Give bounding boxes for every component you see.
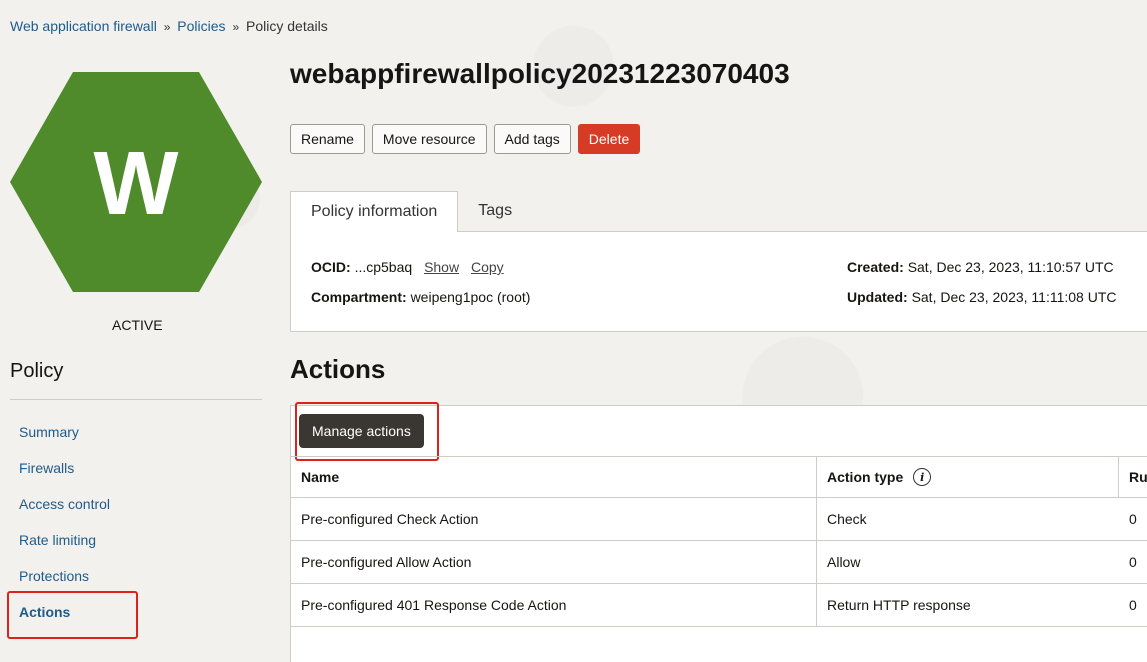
compartment-row: Compartment: weipeng1poc (root): [311, 289, 530, 305]
updated-label: Updated:: [847, 289, 908, 305]
cell-count: 0: [1129, 554, 1137, 570]
rename-button[interactable]: Rename: [290, 124, 365, 154]
tab-policy-information[interactable]: Policy information: [290, 191, 459, 232]
info-icon[interactable]: i: [913, 468, 932, 486]
table-row: Pre-configured 401 Response Code Action …: [291, 584, 1147, 627]
tab-tags[interactable]: Tags: [458, 191, 532, 231]
actions-section-title: Actions: [290, 354, 386, 384]
toolbar: Rename Move resource Add tags Delete: [290, 124, 641, 154]
ocid-value: ...cp5baq: [354, 259, 413, 275]
delete-button[interactable]: Delete: [577, 124, 641, 154]
breadcrumb-separator: »: [232, 20, 240, 34]
actions-table: Name Action type i Ru Pre-configured Che…: [291, 456, 1147, 627]
policy-info-panel: OCID: ...cp5baq Show Copy Compartment: w…: [290, 231, 1147, 332]
resource-hexagon-icon: W: [10, 72, 262, 292]
highlight-box-nav: [7, 591, 138, 639]
breadcrumb-waf-link[interactable]: Web application firewall: [10, 18, 157, 34]
cell-count: 0: [1129, 597, 1137, 613]
created-value: Sat, Dec 23, 2023, 11:10:57 UTC: [907, 259, 1114, 275]
breadcrumb: Web application firewall » Policies » Po…: [10, 18, 328, 34]
highlight-box-button: [295, 402, 439, 461]
updated-value: Sat, Dec 23, 2023, 11:11:08 UTC: [911, 289, 1117, 305]
updated-row: Updated: Sat, Dec 23, 2023, 11:11:08 UTC: [847, 289, 1117, 305]
logo-letter: W: [94, 134, 179, 234]
sidebar-item-rate-limiting[interactable]: Rate limiting: [10, 522, 262, 558]
ocid-row: OCID: ...cp5baq Show Copy: [311, 259, 504, 275]
cell-action-type: Allow: [827, 554, 861, 570]
sidebar-item-access-control[interactable]: Access control: [10, 486, 262, 522]
sidebar-item-protections[interactable]: Protections: [10, 558, 262, 594]
column-header-name[interactable]: Name: [291, 457, 817, 497]
page-title: webappfirewallpolicy20231223070403: [290, 58, 790, 89]
cell-action-type: Check: [827, 511, 867, 527]
cell-count: 0: [1129, 511, 1137, 527]
created-label: Created:: [847, 259, 904, 275]
status-label: ACTIVE: [112, 317, 163, 333]
move-resource-button[interactable]: Move resource: [371, 124, 487, 154]
compartment-label: Compartment:: [311, 289, 407, 305]
ocid-copy-link[interactable]: Copy: [471, 259, 504, 275]
created-row: Created: Sat, Dec 23, 2023, 11:10:57 UTC: [847, 259, 1114, 275]
sidebar-title: Policy: [10, 360, 64, 382]
table-header: Name Action type i Ru: [291, 456, 1147, 498]
ocid-show-link[interactable]: Show: [424, 259, 459, 275]
add-tags-button[interactable]: Add tags: [493, 124, 571, 154]
cell-name: Pre-configured 401 Response Code Action: [291, 584, 817, 626]
cell-action-type: Return HTTP response: [827, 597, 971, 613]
table-row: Pre-configured Allow Action Allow 0: [291, 541, 1147, 584]
breadcrumb-policies-link[interactable]: Policies: [177, 18, 225, 34]
breadcrumb-current: Policy details: [246, 18, 328, 34]
column-header-action-type-label: Action type: [827, 469, 904, 485]
table-row: Pre-configured Check Action Check 0: [291, 498, 1147, 541]
sidebar-item-firewalls[interactable]: Firewalls: [10, 450, 262, 486]
sidebar-divider: [10, 399, 262, 400]
cell-name: Pre-configured Check Action: [291, 498, 817, 540]
sidebar-item-summary[interactable]: Summary: [10, 414, 262, 450]
column-header-rules[interactable]: Ru: [1119, 457, 1147, 497]
tab-bar: Policy information Tags: [290, 191, 532, 232]
ocid-label: OCID:: [311, 259, 351, 275]
compartment-value: weipeng1poc (root): [410, 289, 531, 305]
cell-name: Pre-configured Allow Action: [291, 541, 817, 583]
column-header-action-type[interactable]: Action type i: [817, 457, 1119, 497]
breadcrumb-separator: »: [163, 20, 171, 34]
